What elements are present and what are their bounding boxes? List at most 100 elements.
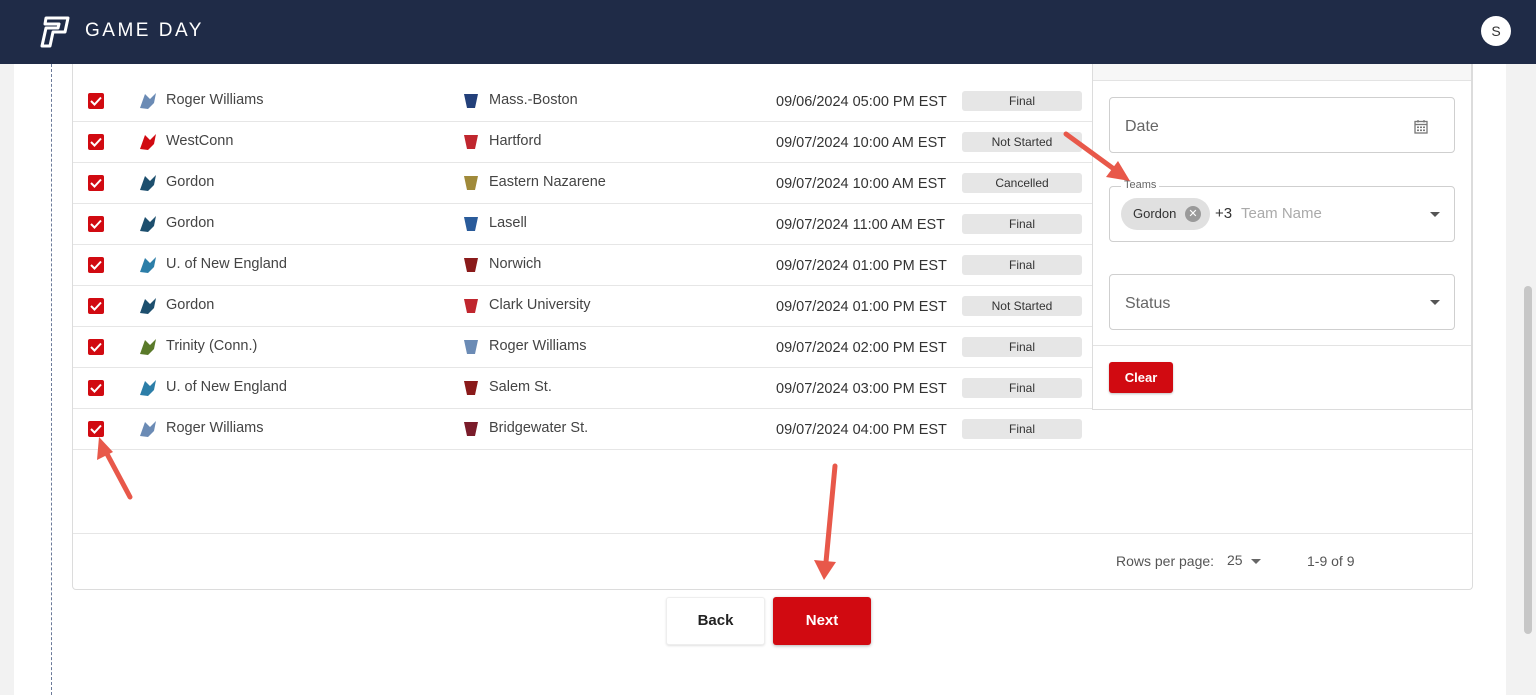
home-team-name: U. of New England xyxy=(166,256,287,272)
game-datetime: 09/07/2024 02:00 PM EST xyxy=(776,340,947,356)
more-teams-count: +3 xyxy=(1215,205,1233,222)
status-badge: Not Started xyxy=(962,296,1082,316)
team-logo-icon xyxy=(464,176,478,190)
status-badge: Final xyxy=(962,91,1082,111)
team-logo-icon xyxy=(140,257,156,273)
team-logo-icon xyxy=(140,421,156,437)
team-chip-label: Gordon xyxy=(1133,206,1177,221)
table-row: U. of New England Salem St. 09/07/2024 03:… xyxy=(73,368,1092,409)
team-logo-icon xyxy=(140,134,156,150)
away-team-name: Clark University xyxy=(489,297,591,313)
check-icon xyxy=(90,219,102,229)
away-team-name: Lasell xyxy=(489,215,527,231)
date-placeholder: Date xyxy=(1125,118,1159,135)
home-team-name: Roger Williams xyxy=(166,420,264,436)
away-team-name: Hartford xyxy=(489,133,542,149)
scrollbar-thumb[interactable] xyxy=(1524,286,1532,634)
team-logo-icon xyxy=(464,94,478,108)
check-icon xyxy=(90,137,102,147)
game-datetime: 09/07/2024 03:00 PM EST xyxy=(776,381,947,397)
check-icon xyxy=(90,342,102,352)
away-team-name: Bridgewater St. xyxy=(489,420,589,436)
row-checkbox[interactable] xyxy=(88,339,104,355)
chevron-down-icon[interactable] xyxy=(1430,300,1440,305)
table-row: U. of New England Norwich 09/07/2024 01:00… xyxy=(73,245,1092,286)
pagination-range: 1-9 of 9 xyxy=(1307,553,1355,569)
filter-panel: Date Teams Gordon ✕ +3 Team Name Status … xyxy=(1092,64,1472,410)
table-row: Gordon Lasell 09/07/2024 11:00 AM EST Final xyxy=(73,204,1092,245)
team-chip[interactable]: Gordon ✕ xyxy=(1121,198,1210,230)
row-checkbox[interactable] xyxy=(88,175,104,191)
row-checkbox[interactable] xyxy=(88,298,104,314)
back-button[interactable]: Back xyxy=(666,597,765,645)
next-button[interactable]: Next xyxy=(773,597,871,645)
check-icon xyxy=(90,178,102,188)
filter-panel-header xyxy=(1093,64,1471,81)
team-logo-icon xyxy=(140,216,156,232)
status-badge: Not Started xyxy=(962,132,1082,152)
rows-per-page-select[interactable]: 25 xyxy=(1227,552,1243,568)
chevron-down-icon[interactable] xyxy=(1430,212,1440,217)
team-logo-icon xyxy=(140,175,156,191)
check-icon xyxy=(90,301,102,311)
teams-label: Teams xyxy=(1121,179,1160,191)
table-row: WestConn Hartford 09/07/2024 10:00 AM EST N… xyxy=(73,122,1092,163)
away-team-name: Norwich xyxy=(489,256,542,272)
chevron-down-icon[interactable] xyxy=(1251,559,1261,564)
top-app-bar: GAME DAY S xyxy=(0,0,1536,64)
game-datetime: 09/07/2024 01:00 PM EST xyxy=(776,258,947,274)
home-team-name: Roger Williams xyxy=(166,92,264,108)
user-avatar[interactable]: S xyxy=(1481,16,1511,46)
calendar-icon[interactable] xyxy=(1414,119,1428,134)
team-logo-icon xyxy=(140,93,156,109)
status-badge: Final xyxy=(962,378,1082,398)
row-checkbox[interactable] xyxy=(88,421,104,437)
table-row: Trinity (Conn.) Roger Williams 09/07/2024 … xyxy=(73,327,1092,368)
team-logo-icon xyxy=(464,299,478,313)
status-badge: Final xyxy=(962,255,1082,275)
check-icon xyxy=(90,383,102,393)
status-badge: Cancelled xyxy=(962,173,1082,193)
guide-line xyxy=(51,64,52,695)
team-logo-icon xyxy=(464,381,478,395)
status-select[interactable]: Status xyxy=(1109,274,1455,330)
home-team-name: Gordon xyxy=(166,215,215,231)
pagination-divider xyxy=(73,533,1472,534)
table-row: Gordon Clark University 09/07/2024 01:00 P… xyxy=(73,286,1092,327)
away-team-name: Roger Williams xyxy=(489,338,587,354)
home-team-name: Gordon xyxy=(166,297,215,313)
home-team-name: U. of New England xyxy=(166,379,287,395)
game-datetime: 09/07/2024 10:00 AM EST xyxy=(776,176,947,192)
away-team-name: Salem St. xyxy=(489,379,552,395)
teams-field[interactable]: Teams Gordon ✕ +3 Team Name xyxy=(1109,179,1455,242)
team-logo-icon xyxy=(464,135,478,149)
row-checkbox[interactable] xyxy=(88,257,104,273)
team-logo-icon xyxy=(140,380,156,396)
home-team-name: Trinity (Conn.) xyxy=(166,338,258,354)
status-badge: Final xyxy=(962,214,1082,234)
team-logo-icon xyxy=(140,339,156,355)
clear-button[interactable]: Clear xyxy=(1109,362,1173,393)
rows-per-page-label: Rows per page: xyxy=(1116,553,1215,569)
game-day-logo-icon[interactable] xyxy=(38,16,72,48)
team-name-input[interactable]: Team Name xyxy=(1241,205,1322,222)
row-checkbox[interactable] xyxy=(88,216,104,232)
away-team-name: Eastern Nazarene xyxy=(489,174,606,190)
date-field[interactable]: Date xyxy=(1109,97,1455,153)
table-row: Roger Williams Bridgewater St. 09/07/2024 … xyxy=(73,409,1472,450)
game-datetime: 09/07/2024 11:00 AM EST xyxy=(776,217,946,233)
game-datetime: 09/07/2024 10:00 AM EST xyxy=(776,135,947,151)
check-icon xyxy=(90,96,102,106)
home-team-name: Gordon xyxy=(166,174,215,190)
app-title: GAME DAY xyxy=(85,20,204,41)
team-logo-icon xyxy=(464,217,478,231)
table-row: Gordon Eastern Nazarene 09/07/2024 10:00 A… xyxy=(73,163,1092,204)
home-team-name: WestConn xyxy=(166,133,234,149)
row-checkbox[interactable] xyxy=(88,134,104,150)
team-logo-icon xyxy=(464,258,478,272)
chip-remove-icon[interactable]: ✕ xyxy=(1185,206,1201,222)
row-checkbox[interactable] xyxy=(88,93,104,109)
status-badge: Final xyxy=(962,337,1082,357)
row-checkbox[interactable] xyxy=(88,380,104,396)
table-row: Roger Williams Mass.-Boston 09/06/2024 05:… xyxy=(73,81,1092,122)
